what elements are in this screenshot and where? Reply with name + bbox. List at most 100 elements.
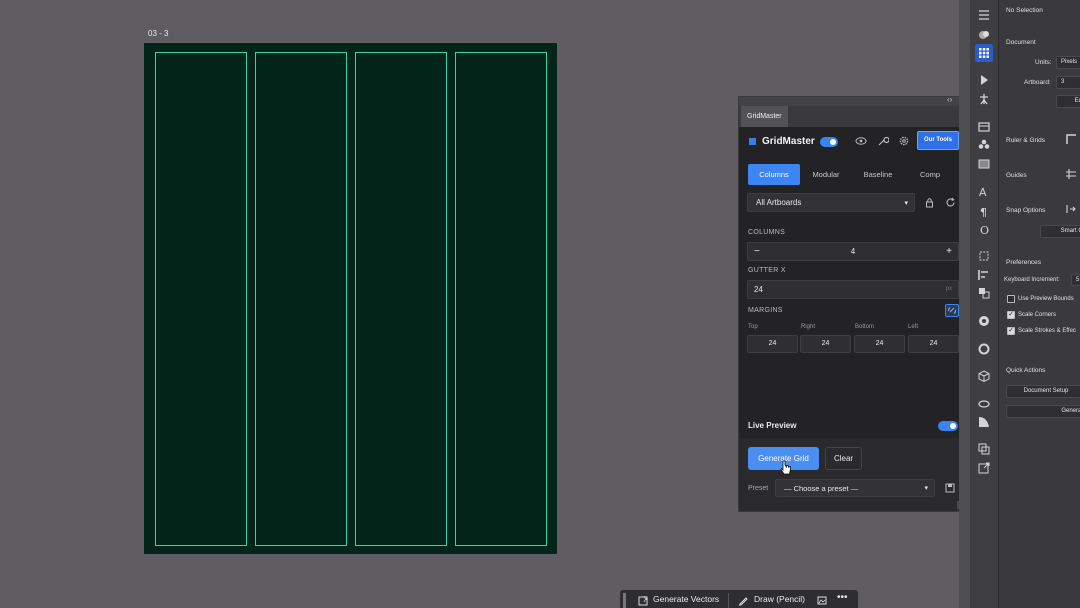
character-icon[interactable]: A	[977, 184, 991, 198]
artboard-label[interactable]: 03 - 3	[148, 29, 168, 38]
plugin-enable-toggle[interactable]	[820, 137, 838, 147]
tab-baseline[interactable]: Baseline	[852, 164, 904, 185]
our-tools-button[interactable]: Our Tools	[917, 131, 959, 150]
margin-right-input[interactable]: 24	[800, 335, 851, 353]
mode-tabs: Columns Modular Baseline Comp	[748, 164, 958, 185]
gradient-icon[interactable]	[977, 157, 991, 171]
align-icon[interactable]	[977, 268, 991, 282]
margin-right-label: Right	[801, 324, 816, 330]
grid-column	[355, 52, 447, 546]
contextual-task-bar: Generate Vectors Draw (Pencil) •••	[620, 590, 858, 608]
panel-tab-strip: GridMaster	[739, 106, 966, 127]
save-icon[interactable]	[945, 483, 956, 494]
keyboard-increment-input[interactable]: 5	[1071, 274, 1080, 286]
pathfinder-icon[interactable]	[977, 286, 991, 300]
symbols-icon[interactable]	[977, 138, 991, 152]
keyboard-increment-label: Keyboard Increment:	[1004, 277, 1060, 283]
columns-value[interactable]: 4	[748, 247, 958, 256]
image-icon[interactable]	[817, 595, 828, 606]
panel-dock-gutter	[959, 0, 970, 608]
3d-icon[interactable]	[977, 369, 991, 383]
preset-select[interactable]: — Choose a preset — ▾	[775, 479, 935, 497]
live-preview-row: Live Preview	[739, 412, 966, 438]
units-label: Units:	[1035, 59, 1052, 66]
appearance-icon[interactable]	[977, 28, 991, 42]
image-trace-icon[interactable]	[977, 415, 991, 429]
scale-strokes-label: Scale Strokes & Effec	[1018, 328, 1076, 334]
draw-pencil-button[interactable]: Draw (Pencil)	[754, 594, 805, 604]
preset-select-value: — Choose a preset —	[784, 484, 859, 493]
columns-stepper[interactable]: − 4 +	[747, 242, 959, 261]
panel-tab[interactable]: GridMaster	[741, 106, 788, 127]
scale-strokes-checkbox[interactable]: ✓	[1007, 327, 1015, 335]
panel-header: GridMaster Our Tools	[739, 127, 966, 157]
drag-handle[interactable]	[623, 593, 626, 608]
edit-artboards-button[interactable]: Ed	[1056, 95, 1080, 108]
grid-column	[255, 52, 347, 546]
opentype-icon[interactable]: O	[977, 222, 991, 236]
panel-title: GridMaster	[762, 136, 815, 147]
paragraph-icon[interactable]: ¶	[977, 204, 991, 218]
artboards-icon[interactable]	[977, 442, 991, 456]
link-icon[interactable]	[945, 304, 959, 317]
increment-button[interactable]: +	[946, 246, 952, 257]
selection-status: No Selection	[1006, 7, 1043, 14]
export-icon[interactable]	[977, 461, 991, 475]
use-preview-bounds-label: Use Preview Bounds	[1018, 296, 1074, 302]
columns-label: COLUMNS	[748, 229, 786, 236]
gutter-label: GUTTER X	[748, 267, 786, 274]
margins-label: MARGINS	[748, 307, 783, 314]
tab-comp[interactable]: Comp	[904, 164, 956, 185]
puppet-icon[interactable]	[977, 92, 991, 106]
grid-icon[interactable]	[977, 46, 991, 60]
logo-icon	[749, 138, 756, 145]
document-setup-button[interactable]: Document Setup	[1006, 385, 1080, 398]
artboard-select-value: All Artboards	[756, 198, 802, 207]
more-options-icon[interactable]: •••	[837, 592, 848, 603]
live-preview-toggle[interactable]	[938, 421, 958, 431]
lock-icon[interactable]	[924, 197, 935, 208]
tab-modular[interactable]: Modular	[800, 164, 852, 185]
gutter-input[interactable]: 24 px	[747, 280, 959, 299]
margin-top-input[interactable]: 24	[747, 335, 798, 353]
document-section-title: Document	[1006, 39, 1036, 46]
cloud-icon[interactable]	[977, 396, 991, 410]
scale-corners-label: Scale Corners	[1018, 312, 1057, 318]
artboard[interactable]	[144, 43, 557, 554]
ruler-icon[interactable]	[1065, 133, 1077, 145]
guides-icon[interactable]	[1065, 168, 1077, 180]
pencil-icon	[738, 597, 748, 606]
artboard-select[interactable]: All Artboards ▾	[747, 193, 915, 212]
generate-vectors-button[interactable]: Generate Vectors	[653, 594, 719, 604]
smart-guides-button[interactable]: Smart G	[1040, 225, 1080, 238]
svg-text:O: O	[980, 224, 989, 236]
color-icon[interactable]	[977, 314, 991, 328]
generate-button[interactable]: Generat	[1006, 405, 1080, 418]
margin-left-input[interactable]: 24	[908, 335, 959, 353]
panel-title-bar[interactable]: ‹› ✕	[739, 95, 966, 106]
artboard-number-select[interactable]: 3	[1056, 76, 1080, 89]
play-icon[interactable]	[977, 73, 991, 87]
wrench-icon[interactable]	[877, 135, 889, 147]
units-select[interactable]: Pixels	[1056, 56, 1080, 69]
preset-label: Preset	[748, 485, 769, 492]
gutter-value[interactable]: 24	[754, 285, 763, 294]
margin-bottom-label: Bottom	[855, 324, 875, 330]
margin-left-label: Left	[908, 324, 919, 330]
menu-icon[interactable]	[977, 8, 991, 22]
tab-columns[interactable]: Columns	[748, 164, 800, 185]
transform-icon[interactable]	[977, 249, 991, 263]
stroke-icon[interactable]	[977, 342, 991, 356]
collapse-icon[interactable]: ‹›	[947, 95, 952, 104]
snap-icon[interactable]	[1065, 203, 1077, 215]
margin-bottom-input[interactable]: 24	[854, 335, 905, 353]
quick-actions-label: Quick Actions	[1006, 367, 1046, 374]
use-preview-bounds-checkbox[interactable]	[1007, 295, 1015, 303]
gear-icon[interactable]	[898, 135, 910, 147]
scale-corners-checkbox[interactable]: ✓	[1007, 311, 1015, 319]
eye-icon[interactable]	[855, 135, 867, 147]
libraries-icon[interactable]	[977, 120, 991, 134]
refresh-icon[interactable]	[945, 197, 956, 208]
properties-panel: No Selection Document Units: Pixels Artb…	[998, 0, 1080, 608]
clear-button[interactable]: Clear	[825, 447, 862, 470]
